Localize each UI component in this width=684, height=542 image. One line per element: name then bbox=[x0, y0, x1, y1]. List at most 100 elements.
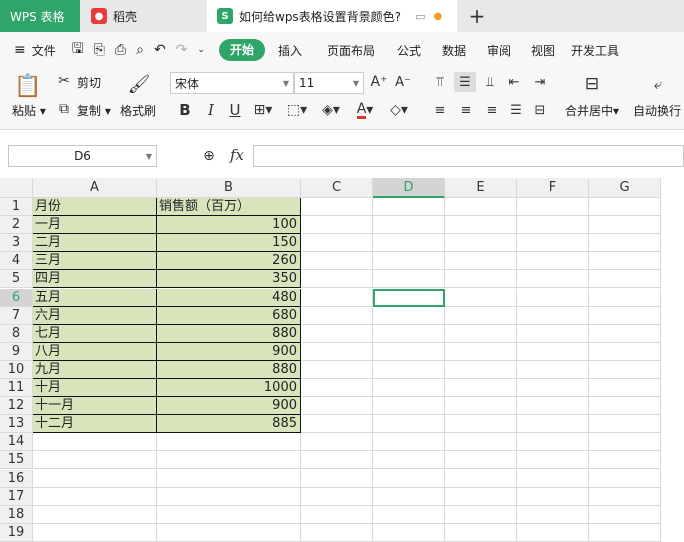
grid-cell[interactable] bbox=[517, 288, 589, 307]
grid-cell[interactable] bbox=[589, 216, 661, 235]
tab-docer[interactable]: ● 稻壳 bbox=[81, 0, 206, 32]
function-icon[interactable]: fx bbox=[226, 144, 248, 166]
grid-cell[interactable] bbox=[301, 433, 373, 452]
tab-wps-spreadsheet[interactable]: WPS 表格 bbox=[0, 0, 80, 32]
formula-input[interactable] bbox=[253, 145, 684, 167]
table-cell[interactable]: 二月 bbox=[33, 234, 157, 253]
grid-cell[interactable] bbox=[517, 469, 589, 488]
row-header-3[interactable]: 3 bbox=[0, 234, 33, 253]
menu-tab-5[interactable]: 审阅 bbox=[477, 42, 521, 59]
table-cell[interactable]: 880 bbox=[157, 324, 301, 343]
increase-indent-icon[interactable]: ⇥ bbox=[530, 72, 550, 92]
grid-cell[interactable] bbox=[445, 487, 517, 506]
grid-cell[interactable] bbox=[589, 415, 661, 434]
grid-cell[interactable] bbox=[301, 415, 373, 434]
grid-cell[interactable] bbox=[445, 342, 517, 361]
grid-cell[interactable] bbox=[517, 252, 589, 271]
grid-cell[interactable] bbox=[445, 234, 517, 253]
table-cell[interactable]: 六月 bbox=[33, 306, 157, 325]
column-header-B[interactable]: B bbox=[157, 178, 301, 198]
table-cell[interactable]: 十月 bbox=[33, 379, 157, 398]
grid-cell[interactable] bbox=[589, 324, 661, 343]
grid-cell[interactable] bbox=[589, 505, 661, 524]
grid-cell[interactable] bbox=[589, 487, 661, 506]
grid-cell[interactable] bbox=[589, 252, 661, 271]
grid-cell[interactable] bbox=[301, 469, 373, 488]
grid-cell[interactable] bbox=[373, 360, 445, 379]
grid-cell[interactable] bbox=[517, 324, 589, 343]
underline-icon[interactable]: U bbox=[226, 100, 244, 120]
decrease-indent-icon[interactable]: ⇤ bbox=[504, 72, 524, 92]
align-center-icon[interactable]: ≡ bbox=[456, 100, 476, 120]
grid-cell[interactable] bbox=[589, 451, 661, 470]
grid-cell[interactable] bbox=[301, 397, 373, 416]
table-header-cell[interactable]: 月份 bbox=[33, 198, 157, 217]
grid-cell[interactable] bbox=[445, 469, 517, 488]
grid-cell[interactable] bbox=[517, 306, 589, 325]
cut-button[interactable]: 剪切 bbox=[77, 74, 101, 91]
justify-icon[interactable]: ☰ bbox=[506, 100, 526, 120]
grid-cell[interactable] bbox=[589, 342, 661, 361]
grid-cell[interactable] bbox=[373, 324, 445, 343]
menu-tab-4[interactable]: 数据 bbox=[431, 42, 477, 59]
grid-cell[interactable] bbox=[445, 216, 517, 235]
row-header-2[interactable]: 2 bbox=[0, 216, 33, 235]
column-header-A[interactable]: A bbox=[33, 178, 157, 198]
table-cell[interactable]: 四月 bbox=[33, 270, 157, 289]
wrap-text-icon[interactable]: ⤶ bbox=[646, 72, 670, 96]
grid-cell[interactable] bbox=[301, 306, 373, 325]
align-left-icon[interactable]: ≡ bbox=[430, 100, 450, 120]
grid-cell[interactable] bbox=[589, 523, 661, 542]
clear-format-icon[interactable]: ◇▾ bbox=[386, 100, 412, 120]
monitor-icon[interactable]: ▭ bbox=[415, 10, 425, 23]
grid-cell[interactable] bbox=[517, 433, 589, 452]
grid-cell[interactable] bbox=[445, 433, 517, 452]
grid-cell[interactable] bbox=[517, 342, 589, 361]
column-header-C[interactable]: C bbox=[301, 178, 373, 198]
cut-icon[interactable]: ✂ bbox=[55, 72, 73, 90]
undo-icon[interactable]: ↶ bbox=[154, 42, 166, 58]
grid-cell[interactable] bbox=[33, 487, 157, 506]
file-menu[interactable]: ≡ 文件 bbox=[14, 39, 56, 61]
grid-cell[interactable] bbox=[157, 487, 301, 506]
column-header-E[interactable]: E bbox=[445, 178, 517, 198]
table-cell[interactable]: 八月 bbox=[33, 342, 157, 361]
row-header-16[interactable]: 16 bbox=[0, 469, 33, 488]
grid-cell[interactable] bbox=[301, 523, 373, 542]
spreadsheet-grid[interactable]: A B C D E F G 1 月份 销售额（百万） 2 一月 100 3 二月 150 4 三月 260 5 四月 35… bbox=[0, 178, 684, 542]
table-cell[interactable]: 885 bbox=[157, 415, 301, 434]
fill-color-icon[interactable]: ◈▾ bbox=[318, 100, 344, 120]
grid-cell[interactable] bbox=[517, 505, 589, 524]
table-cell[interactable]: 三月 bbox=[33, 252, 157, 271]
row-header-8[interactable]: 8 bbox=[0, 324, 33, 343]
table-cell[interactable]: 五月 bbox=[33, 288, 157, 307]
column-header-D[interactable]: D bbox=[373, 178, 445, 198]
grid-cell[interactable] bbox=[445, 523, 517, 542]
row-header-13[interactable]: 13 bbox=[0, 415, 33, 434]
grid-cell[interactable] bbox=[373, 306, 445, 325]
grid-cell[interactable] bbox=[301, 379, 373, 398]
table-cell[interactable]: 900 bbox=[157, 342, 301, 361]
grid-cell[interactable] bbox=[373, 216, 445, 235]
font-color-icon[interactable]: A ▾ bbox=[352, 100, 378, 120]
merge-center-button[interactable]: 合并居中▾ bbox=[565, 102, 619, 119]
grid-cell[interactable] bbox=[157, 505, 301, 524]
grid-cell[interactable] bbox=[445, 451, 517, 470]
align-top-icon[interactable]: ⫪ bbox=[430, 72, 450, 92]
zoom-icon[interactable]: ⊕ bbox=[200, 146, 218, 166]
grid-cell[interactable] bbox=[445, 270, 517, 289]
grid-cell[interactable] bbox=[517, 487, 589, 506]
grid-cell[interactable] bbox=[445, 505, 517, 524]
menu-tab-1[interactable]: 插入 bbox=[265, 42, 315, 59]
grid-cell[interactable] bbox=[445, 415, 517, 434]
print-icon[interactable]: ⎙ bbox=[115, 42, 126, 58]
paste-icon[interactable]: 📋 bbox=[14, 72, 42, 100]
grid-cell[interactable] bbox=[589, 397, 661, 416]
grid-cell[interactable] bbox=[445, 198, 517, 217]
more-dropdown-icon[interactable]: ⌄ bbox=[197, 45, 205, 55]
grid-cell[interactable] bbox=[301, 252, 373, 271]
grid-cell[interactable] bbox=[517, 523, 589, 542]
grid-cell[interactable] bbox=[373, 270, 445, 289]
menu-tab-2[interactable]: 页面布局 bbox=[315, 42, 387, 59]
grid-cell[interactable] bbox=[589, 360, 661, 379]
